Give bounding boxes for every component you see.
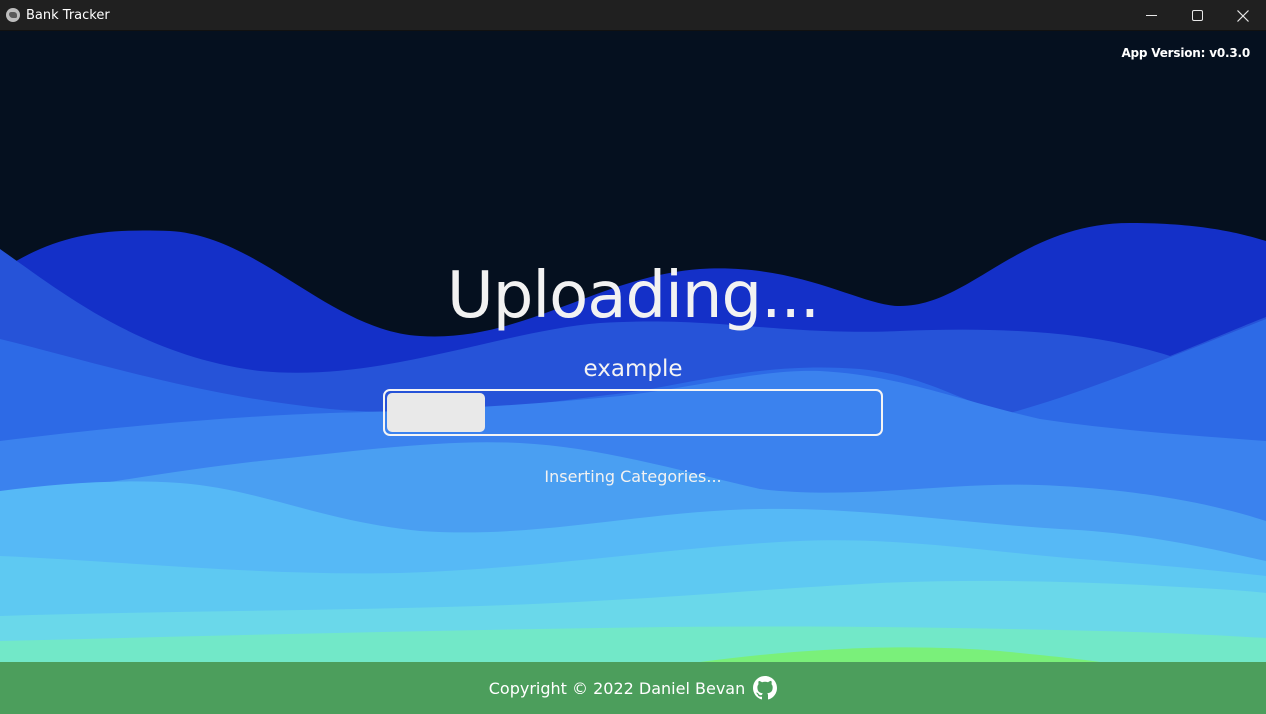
close-button[interactable] <box>1220 0 1266 31</box>
app-content: App Version: v0.3.0 Uploading... example… <box>0 31 1266 714</box>
minimize-button[interactable] <box>1128 0 1174 31</box>
globe-icon <box>6 8 20 22</box>
github-icon[interactable] <box>753 676 778 700</box>
footer: Copyright © 2022 Daniel Bevan <box>0 662 1266 714</box>
maximize-button[interactable] <box>1174 0 1220 31</box>
upload-progress-bar <box>383 389 883 436</box>
maximize-icon <box>1191 10 1203 21</box>
window-controls <box>1128 0 1266 31</box>
close-icon <box>1237 9 1249 22</box>
upload-status: Inserting Categories... <box>544 467 722 486</box>
title-bar: Bank Tracker <box>0 0 1266 31</box>
window-title: Bank Tracker <box>26 7 110 23</box>
progress-fill <box>387 393 486 432</box>
upload-heading: Uploading... <box>446 259 820 333</box>
upload-filename: example <box>583 356 683 382</box>
copyright-text: Copyright © 2022 Daniel Bevan <box>488 678 746 698</box>
minimize-icon <box>1145 15 1157 16</box>
app-version: App Version: v0.3.0 <box>1121 46 1250 60</box>
